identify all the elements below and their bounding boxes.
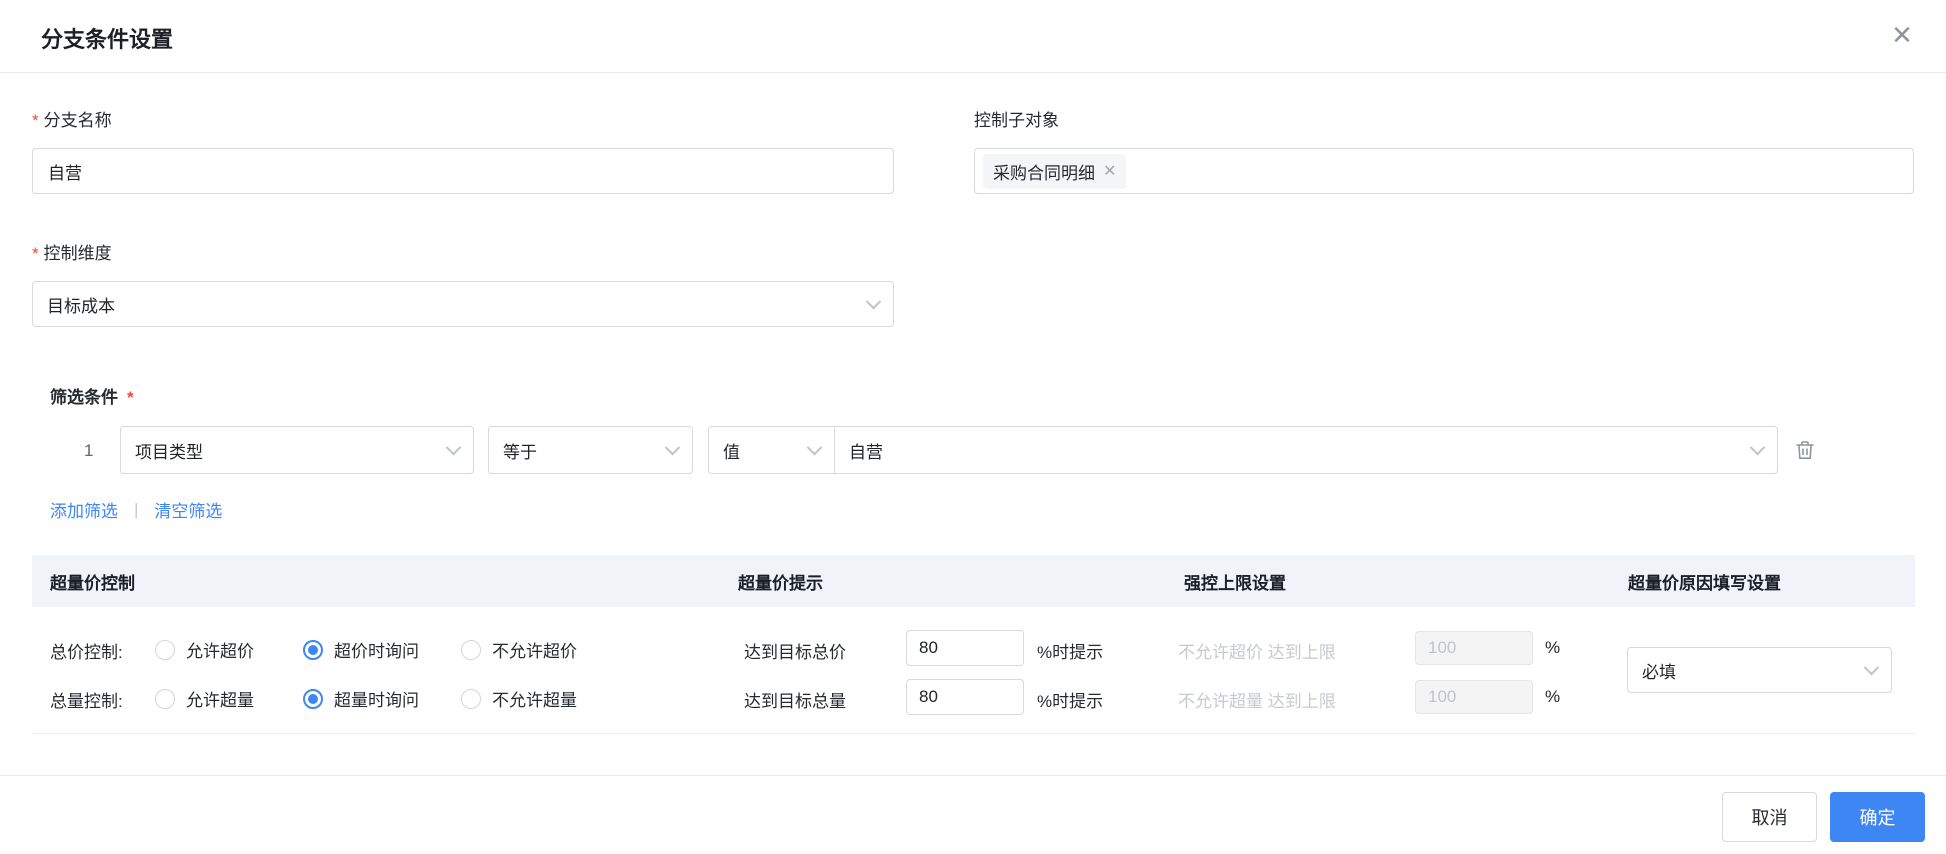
dialog-header: 分支条件设置 ✕: [0, 0, 1946, 73]
control-dimension-label: * 控制维度: [32, 244, 112, 263]
radio-allow-over-price[interactable]: 允许超价: [155, 637, 254, 662]
row2-limit-suffix: %: [1545, 687, 1561, 706]
reason-required-value: 必填: [1642, 662, 1676, 682]
chevron-down-icon: [865, 293, 882, 309]
row1-tip-suffix: %时提示: [1037, 643, 1104, 662]
reason-required-select[interactable]: 必填: [1627, 647, 1892, 693]
delete-filter-row-button[interactable]: [1793, 438, 1817, 465]
row2-limit-percent-input: [1415, 680, 1533, 714]
row1-limit-percent-input: [1415, 631, 1533, 665]
radio-icon[interactable]: [155, 639, 175, 660]
filter-conditions-label: 筛选条件 *: [50, 388, 134, 407]
tag-remove-icon[interactable]: ✕: [1103, 161, 1116, 181]
row2-tip-prefix: 达到目标总量: [744, 692, 846, 711]
radio-icon[interactable]: [461, 688, 481, 709]
filter-field-select[interactable]: 项目类型: [120, 426, 474, 474]
add-filter-link[interactable]: 添加筛选: [50, 497, 118, 522]
table-bottom-divider: [32, 733, 1915, 734]
control-table-header: 超量价控制 超量价提示 强控上限设置 超量价原因填写设置: [32, 555, 1915, 607]
radio-ask-when-over-qty[interactable]: 超量时询问: [303, 686, 419, 711]
row-total-qty-label: 总量控制:: [50, 692, 123, 711]
branch-condition-dialog: 分支条件设置 ✕ *分支名称 控制子对象 采购合同明细 ✕ *控制维度 目标成本…: [0, 0, 1946, 854]
clear-filter-link[interactable]: 清空筛选: [154, 497, 222, 522]
chevron-down-icon: [1863, 659, 1880, 675]
radio-allow-over-qty[interactable]: 允许超量: [155, 686, 254, 711]
header-hard-limit-setting: 强控上限设置: [1184, 574, 1286, 593]
radio-ask-when-over-price[interactable]: 超价时询问: [303, 637, 419, 662]
radio-icon[interactable]: [155, 688, 175, 709]
header-reason-setting: 超量价原因填写设置: [1628, 574, 1781, 593]
branch-name-input[interactable]: [32, 148, 894, 194]
links-separator: |: [134, 499, 139, 519]
filter-value-type: 值: [723, 442, 740, 462]
required-asterisk: *: [127, 388, 134, 407]
filter-value-type-select[interactable]: 值: [708, 426, 835, 474]
row2-tip-percent-input[interactable]: [906, 679, 1024, 715]
radio-checked-icon[interactable]: [303, 688, 323, 709]
cancel-button[interactable]: 取消: [1722, 792, 1817, 842]
control-dimension-select[interactable]: 目标成本: [32, 281, 894, 327]
filter-field-value: 项目类型: [135, 442, 203, 462]
tag-label: 采购合同明细: [993, 163, 1095, 183]
header-over-price-control: 超量价控制: [50, 574, 135, 593]
footer-divider: [0, 775, 1946, 776]
filter-row-index: 1: [84, 441, 94, 460]
row1-tip-percent-input[interactable]: [906, 630, 1024, 666]
row1-limit-suffix: %: [1545, 638, 1561, 657]
chevron-down-icon: [1749, 439, 1766, 455]
control-dimension-value: 目标成本: [47, 296, 115, 316]
filter-operator-select[interactable]: 等于: [488, 426, 693, 474]
control-sub-object-label: 控制子对象: [974, 111, 1059, 130]
chevron-down-icon: [806, 439, 823, 455]
row1-limit-note: 不允许超价 达到上限: [1178, 643, 1336, 662]
radio-checked-icon[interactable]: [303, 639, 323, 660]
radio-disallow-over-qty[interactable]: 不允许超量: [461, 686, 577, 711]
filter-links: 添加筛选 | 清空筛选: [50, 497, 222, 522]
row-total-price-label: 总价控制:: [50, 643, 123, 662]
chevron-down-icon: [664, 439, 681, 455]
close-icon[interactable]: ✕: [1884, 17, 1920, 53]
radio-disallow-over-price[interactable]: 不允许超价: [461, 637, 577, 662]
required-asterisk: *: [32, 244, 39, 263]
radio-icon[interactable]: [461, 639, 481, 660]
filter-operator-value: 等于: [503, 442, 537, 462]
row1-tip-prefix: 达到目标总价: [744, 643, 846, 662]
confirm-button[interactable]: 确定: [1830, 792, 1925, 842]
filter-value-select[interactable]: 自营: [834, 426, 1778, 474]
row2-tip-suffix: %时提示: [1037, 692, 1104, 711]
filter-value: 自营: [849, 442, 883, 462]
required-asterisk: *: [32, 111, 39, 130]
trash-icon: [1796, 441, 1814, 459]
header-over-price-tip: 超量价提示: [738, 574, 823, 593]
control-sub-object-field[interactable]: 采购合同明细 ✕: [974, 148, 1914, 194]
selected-tag: 采购合同明细 ✕: [983, 153, 1127, 189]
row2-limit-note: 不允许超量 达到上限: [1178, 692, 1336, 711]
dialog-title: 分支条件设置: [41, 27, 174, 52]
branch-name-label: * 分支名称: [32, 111, 112, 130]
chevron-down-icon: [445, 439, 462, 455]
